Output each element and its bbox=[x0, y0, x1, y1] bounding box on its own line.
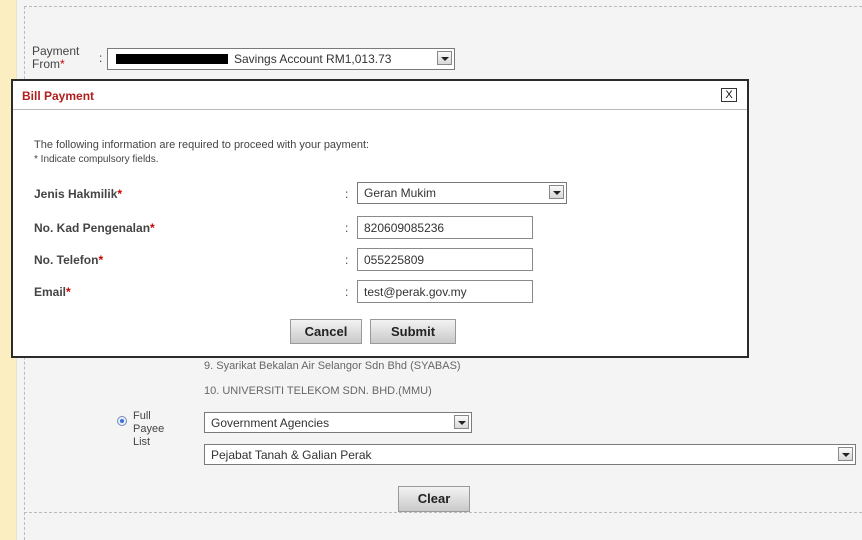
dialog-title: Bill Payment bbox=[22, 89, 95, 103]
clear-button[interactable]: Clear bbox=[398, 486, 470, 512]
payment-from-select[interactable]: Savings Account RM1,013.73 bbox=[107, 48, 455, 70]
submit-button[interactable]: Submit bbox=[370, 319, 456, 344]
payment-from-label: Payment From* bbox=[32, 44, 80, 71]
telefon-input[interactable]: 055225809 bbox=[357, 248, 533, 271]
payee-value: Pejabat Tanah & Galian Perak bbox=[211, 448, 372, 462]
payee-select[interactable]: Pejabat Tanah & Galian Perak bbox=[204, 444, 856, 465]
agency-category-select[interactable]: Government Agencies bbox=[204, 412, 472, 433]
field-colon: : bbox=[345, 253, 349, 267]
agency-category-value: Government Agencies bbox=[211, 416, 330, 430]
chevron-down-icon bbox=[549, 185, 564, 199]
chevron-down-icon bbox=[838, 447, 853, 461]
kad-pengenalan-label: No. Kad Pengenalan* bbox=[34, 221, 155, 235]
full-payee-label: Full Payee List bbox=[133, 410, 165, 448]
payee-list-item: 10. UNIVERSITI TELEKOM SDN. BHD.(MMU) bbox=[204, 385, 432, 397]
telefon-label: No. Telefon* bbox=[34, 253, 104, 267]
jenis-hakmilik-select[interactable]: Geran Mukim bbox=[357, 182, 567, 204]
field-colon: : bbox=[345, 285, 349, 299]
jenis-hakmilik-value: Geran Mukim bbox=[364, 186, 437, 200]
payment-from-account: Savings Account RM1,013.73 bbox=[234, 52, 392, 66]
bill-payment-dialog: Bill Payment X The following information… bbox=[11, 79, 749, 358]
kad-pengenalan-input[interactable]: 820609085236 bbox=[357, 216, 533, 239]
form-border-top bbox=[24, 6, 862, 7]
form-border-bottom bbox=[24, 512, 862, 513]
email-label: Email* bbox=[34, 285, 71, 299]
field-colon: : bbox=[345, 221, 349, 235]
payee-list-item: 9. Syarikat Bekalan Air Selangor Sdn Bhd… bbox=[204, 360, 461, 372]
cancel-button[interactable]: Cancel bbox=[290, 319, 362, 344]
chevron-down-icon bbox=[454, 415, 469, 429]
full-payee-radio[interactable] bbox=[117, 416, 127, 426]
dialog-intro-text: The following information are required t… bbox=[34, 139, 370, 151]
field-colon: : bbox=[345, 187, 349, 201]
email-input[interactable]: test@perak.gov.my bbox=[357, 280, 533, 303]
close-icon[interactable]: X bbox=[721, 88, 737, 102]
jenis-hakmilik-label: Jenis Hakmilik* bbox=[34, 187, 123, 201]
dialog-note-text: * Indicate compulsory fields. bbox=[34, 154, 159, 165]
chevron-down-icon bbox=[437, 51, 452, 65]
payment-from-colon: : bbox=[99, 51, 103, 65]
redacted-account-number bbox=[116, 54, 228, 64]
dialog-header: Bill Payment X bbox=[13, 81, 747, 110]
